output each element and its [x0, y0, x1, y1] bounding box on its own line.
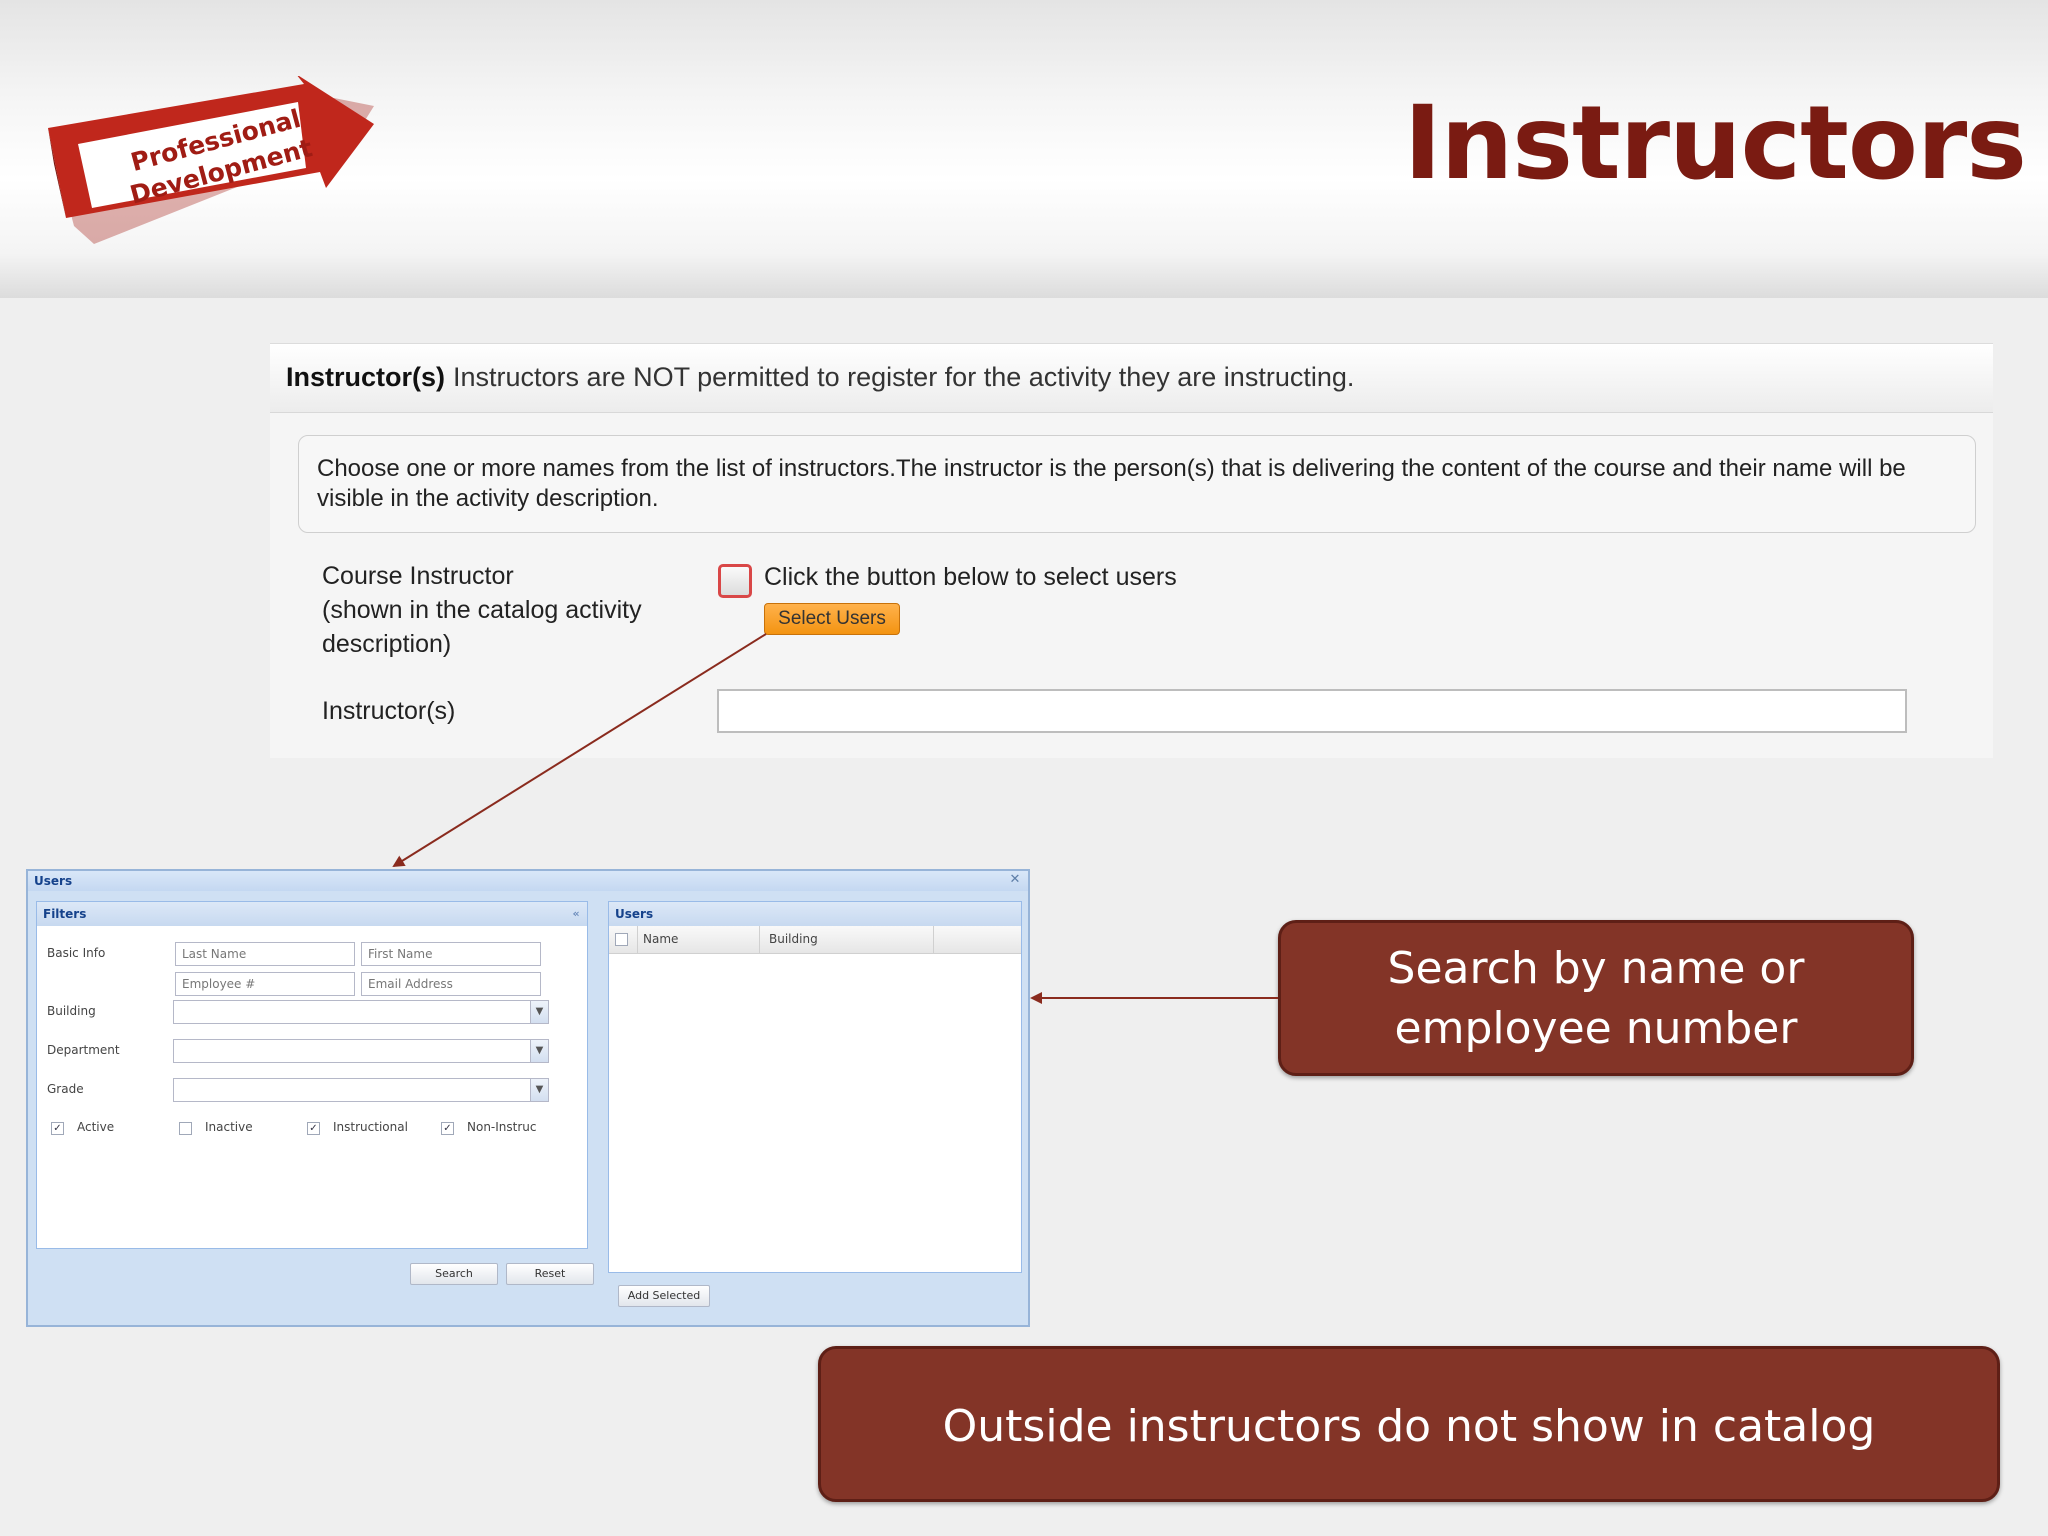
slide-title: Instructors: [1403, 84, 2027, 203]
chevron-down-icon: ▼: [530, 1001, 548, 1023]
instructional-checkbox[interactable]: ✓: [307, 1122, 320, 1135]
department-select[interactable]: ▼: [173, 1039, 549, 1063]
grade-select[interactable]: ▼: [173, 1078, 549, 1102]
reset-button[interactable]: Reset: [506, 1263, 594, 1285]
dialog-title: Users: [28, 871, 1028, 891]
users-grid-header: Name Building: [609, 926, 1021, 954]
email-address-input[interactable]: Email Address: [361, 972, 541, 996]
select-users-button[interactable]: Select Users: [764, 603, 900, 635]
panel-header-text: Instructors are NOT permitted to registe…: [453, 362, 1355, 392]
required-indicator-checkbox[interactable]: [718, 564, 752, 598]
close-icon[interactable]: ✕: [1008, 873, 1022, 887]
search-callout-line-2: employee number: [1394, 1003, 1798, 1054]
search-button[interactable]: Search: [410, 1263, 498, 1285]
panel-header-bold: Instructor(s): [286, 362, 446, 392]
grade-label: Grade: [47, 1082, 84, 1096]
info-box: Choose one or more names from the list o…: [298, 435, 1976, 533]
course-instructor-label: Course Instructor (shown in the catalog …: [322, 559, 642, 661]
add-selected-button[interactable]: Add Selected: [618, 1285, 710, 1307]
professional-development-logo: Professional Development: [48, 76, 374, 254]
employee-number-input[interactable]: Employee #: [175, 972, 355, 996]
course-instructor-label-line-1: Course Instructor: [322, 562, 514, 590]
filters-title-text: Filters: [43, 907, 87, 921]
grid-separator: [933, 926, 934, 954]
filters-pane: Filters « Basic Info Last Name First Nam…: [36, 901, 588, 1249]
search-callout: Search by name or employee number: [1278, 920, 1914, 1076]
users-pane: Users Name Building: [608, 901, 1022, 1273]
instructor-panel: Instructor(s) Instructors are NOT permitt…: [270, 343, 1993, 758]
active-label: Active: [77, 1120, 115, 1134]
select-users-prompt: Click the button below to select users: [764, 563, 1177, 591]
active-checkbox[interactable]: ✓: [51, 1122, 64, 1135]
users-title: Users: [609, 902, 1021, 926]
select-all-checkbox[interactable]: [615, 933, 628, 946]
non-instructional-checkbox[interactable]: ✓: [441, 1122, 454, 1135]
filters-title: Filters «: [37, 902, 587, 926]
column-building[interactable]: Building: [769, 932, 818, 946]
department-label: Department: [47, 1043, 120, 1057]
inactive-label: Inactive: [205, 1120, 253, 1134]
instructors-field[interactable]: [717, 689, 1907, 733]
grid-separator: [637, 926, 638, 954]
column-name[interactable]: Name: [643, 932, 678, 946]
grid-separator: [759, 926, 760, 954]
course-instructor-label-line-2: (shown in the catalog activity: [322, 596, 642, 624]
slide-header: Professional Development Instructors: [0, 0, 2048, 298]
building-label: Building: [47, 1004, 96, 1018]
search-callout-line-1: Search by name or: [1387, 943, 1805, 994]
building-select[interactable]: ▼: [173, 1000, 549, 1024]
course-instructor-label-line-3: description): [322, 630, 452, 658]
panel-header: Instructor(s) Instructors are NOT permitt…: [270, 343, 1993, 413]
basic-info-label: Basic Info: [47, 946, 106, 960]
instructors-label: Instructor(s): [322, 697, 456, 725]
collapse-icon[interactable]: «: [569, 907, 583, 921]
users-dialog: Users ✕ Filters « Basic Info Last Name F…: [26, 869, 1030, 1327]
first-name-input[interactable]: First Name: [361, 942, 541, 966]
inactive-checkbox[interactable]: [179, 1122, 192, 1135]
outside-instructors-callout: Outside instructors do not show in catal…: [818, 1346, 2000, 1502]
chevron-down-icon: ▼: [530, 1040, 548, 1062]
chevron-down-icon: ▼: [530, 1079, 548, 1101]
last-name-input[interactable]: Last Name: [175, 942, 355, 966]
non-instructional-label: Non-Instruc: [467, 1120, 537, 1134]
instructional-label: Instructional: [333, 1120, 408, 1134]
